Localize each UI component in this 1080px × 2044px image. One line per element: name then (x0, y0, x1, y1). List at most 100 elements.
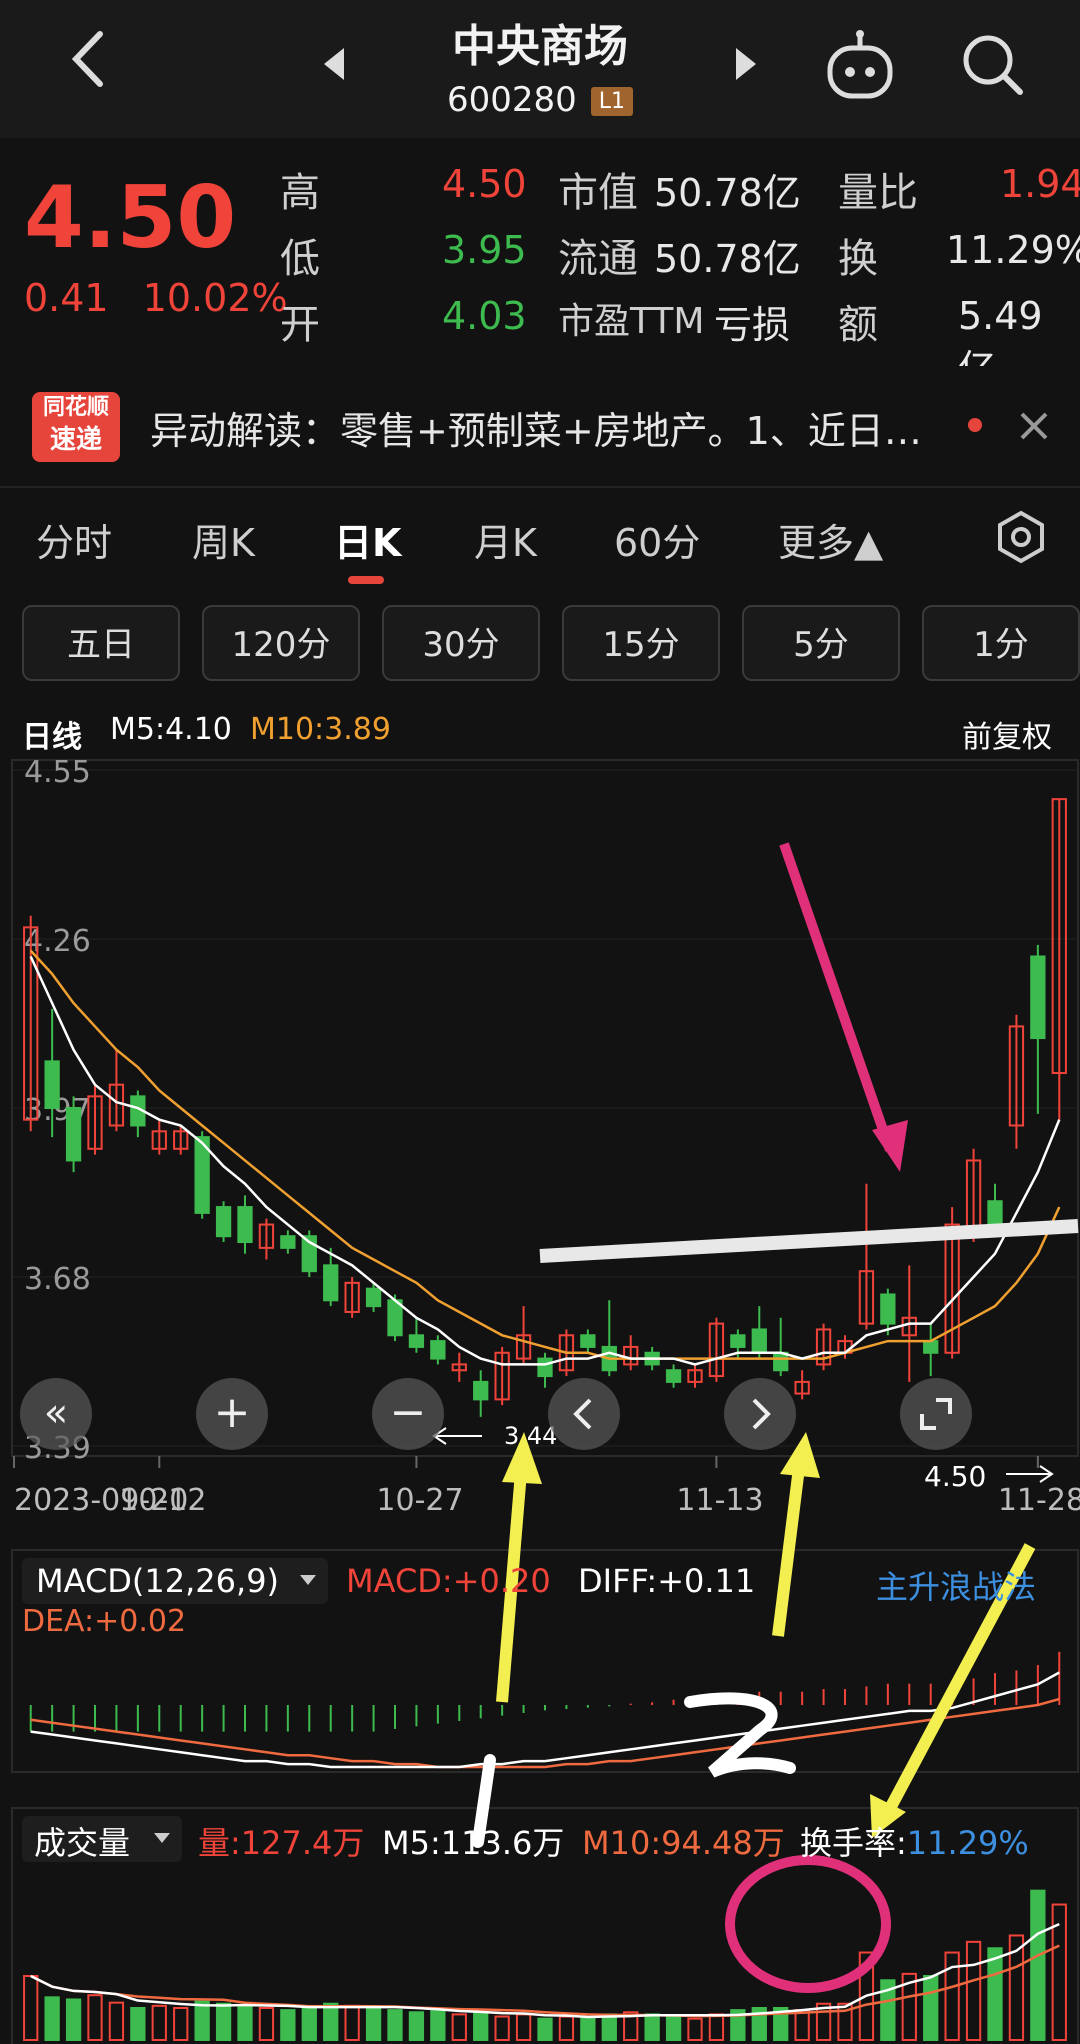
annotation-arrow-pink (779, 842, 895, 1152)
price-change: 0.41 10.02% (24, 276, 288, 320)
turnover-value: 11.29% (946, 228, 1080, 272)
volume-bar (87, 1994, 103, 2041)
float-label: 流通 (558, 236, 638, 282)
arrow-right-icon (1006, 1465, 1054, 1483)
volume-bar (280, 2009, 296, 2041)
last-price-label: 4.50 (924, 1460, 986, 1493)
volume-bar (687, 2017, 703, 2041)
volume-bar (515, 2013, 532, 2042)
volume-bar (23, 1975, 39, 2041)
volume-bar (108, 2001, 125, 2041)
volume-bar (987, 1947, 1003, 2042)
turnover-rate-value: 11.29% (906, 1824, 1029, 1862)
high-label: 高 (280, 170, 320, 216)
chip-5day[interactable]: 五日 (22, 605, 180, 681)
volume-bar (644, 2013, 660, 2042)
strategy-link[interactable]: 主升浪战法 (876, 1562, 1036, 1608)
fullscreen-button[interactable] (900, 1378, 972, 1450)
stock-code: 600280 (446, 80, 577, 120)
news-headline[interactable]: 异动解读：零售+预制菜+房地产。1、近日… (150, 400, 922, 455)
volume-bar (451, 2013, 467, 2042)
dropdown-icon (152, 1830, 172, 1849)
volume-bar (965, 1940, 982, 2042)
y-tick-label: 3.68 (24, 1262, 91, 1297)
zoom-out-button[interactable]: − (372, 1378, 444, 1450)
chevron-left-icon (573, 1398, 592, 1430)
chip-1min[interactable]: 1分 (922, 605, 1080, 681)
diff-line (30, 1671, 1060, 1769)
candle-body (923, 1340, 939, 1354)
candle-body (580, 1334, 596, 1348)
zoom-in-button[interactable]: + (196, 1378, 268, 1450)
volume-bar (387, 2009, 403, 2041)
candle-body (1030, 955, 1046, 1040)
chevron-right-icon (752, 1398, 771, 1430)
badge-bottom-text: 速递 (49, 425, 102, 455)
volume-title: 成交量 (34, 1824, 131, 1862)
volume-m5: M5:113.6万 (382, 1824, 565, 1862)
volume-bar (237, 2004, 253, 2042)
low-label: 低 (280, 236, 320, 282)
level-badge: L1 (590, 87, 634, 116)
candle-body (730, 1334, 746, 1348)
x-tick-label: 10-12 (119, 1483, 206, 1518)
tab-weekly[interactable]: 周K (192, 512, 255, 567)
fullscreen-icon (920, 1398, 952, 1430)
volume-bar (130, 2007, 146, 2041)
close-icon[interactable] (1014, 406, 1054, 446)
settings-icon[interactable] (994, 510, 1048, 564)
candle-body (880, 1293, 896, 1325)
mktcap-label: 市值 (558, 170, 638, 216)
chip-5min[interactable]: 5分 (742, 605, 900, 681)
chip-30min[interactable]: 30分 (382, 605, 540, 681)
robot-assistant-icon[interactable] (820, 28, 900, 108)
volume-bar (473, 2011, 489, 2042)
divider (0, 486, 1080, 488)
x-tick-label: 11-28 (998, 1483, 1080, 1518)
stock-code-row: 600280 L1 (0, 80, 1080, 120)
search-icon[interactable] (958, 30, 1028, 100)
scroll-right-button[interactable] (724, 1378, 796, 1450)
volratio-label: 量比 (838, 170, 918, 216)
tab-60min[interactable]: 60分 (614, 512, 700, 567)
stock-name: 中央商场 (452, 21, 628, 72)
macd-title: MACD(12,26,9) (36, 1562, 280, 1600)
volume-bar (430, 2009, 446, 2041)
candle-body (44, 1060, 60, 1109)
volume-bar (601, 2013, 617, 2042)
volume-bar (65, 1998, 82, 2042)
m10-line (29, 949, 1061, 1360)
current-price: 4.50 (24, 168, 237, 268)
float-value: 50.78亿 (654, 237, 801, 281)
turnover-rate-label: 换手率:11.29% (800, 1824, 1029, 1862)
volume-bar (365, 2007, 382, 2041)
change-amount: 0.41 (24, 276, 109, 320)
annotation-arrow-yellow-2 (772, 1459, 806, 1637)
scroll-left-button[interactable] (548, 1378, 620, 1450)
volume-bar (494, 2015, 510, 2041)
tab-daily[interactable]: 日K (334, 512, 401, 567)
volume-value: 量:127.4万 (198, 1824, 365, 1862)
scroll-start-button[interactable]: « (20, 1378, 92, 1450)
volume-bar (44, 1996, 60, 2042)
annotation-circle-pink (725, 1855, 891, 1993)
candle-body (665, 1369, 682, 1383)
candle-body (323, 1264, 339, 1302)
pe-value: 亏损 (714, 303, 791, 347)
tab-more[interactable]: 更多▲ (778, 512, 883, 567)
dea-value: DEA:+0.02 (22, 1604, 187, 1639)
mktcap-value: 50.78亿 (654, 171, 801, 215)
m5-line (29, 955, 1061, 1366)
volume-bar (665, 2015, 682, 2041)
pe-label: 市盈TTM (558, 301, 705, 342)
volume-bar (301, 2007, 317, 2041)
volume-bar (537, 2017, 553, 2041)
tab-intraday[interactable]: 分时 (36, 512, 112, 567)
tab-monthly[interactable]: 月K (474, 512, 537, 567)
chip-15min[interactable]: 15分 (562, 605, 720, 681)
x-tick-label: 11-13 (676, 1483, 763, 1518)
chip-120min[interactable]: 120分 (202, 605, 360, 681)
change-percent: 10.02% (142, 276, 288, 320)
active-tab-indicator (348, 576, 384, 584)
volume-bar (794, 2009, 810, 2041)
